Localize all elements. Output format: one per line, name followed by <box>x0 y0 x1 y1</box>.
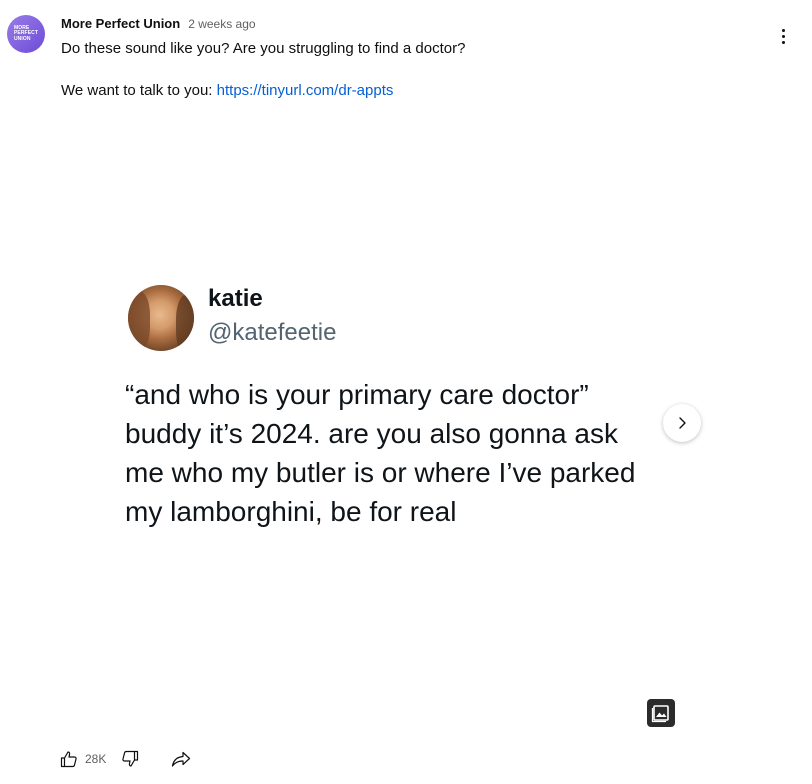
post-text-line: We want to talk to you: https://tinyurl.… <box>61 80 701 101</box>
more-actions-button[interactable] <box>772 24 794 48</box>
like-count: 28K <box>85 752 107 766</box>
more-vert-icon-dot <box>781 40 785 44</box>
channel-avatar[interactable]: MORE PERFECT UNION <box>7 15 45 53</box>
share-button[interactable] <box>170 749 192 769</box>
thumbs-down-icon <box>122 750 139 767</box>
post-image[interactable]: katie @katefeetie “and who is your prima… <box>61 113 701 733</box>
post-actions: 28K <box>59 748 192 770</box>
next-image-button[interactable] <box>663 404 701 442</box>
more-vert-icon <box>781 28 785 32</box>
tweet-body: “and who is your primary care doctor” bu… <box>125 379 636 527</box>
post-text-prefix: We want to talk to you: <box>61 82 217 99</box>
post-link[interactable]: https://tinyurl.com/dr-appts <box>217 82 394 99</box>
chevron-right-icon <box>679 417 686 429</box>
like-button[interactable]: 28K <box>59 749 106 769</box>
dislike-button[interactable] <box>120 749 140 769</box>
tweet-author-handle: @katefeetie <box>208 319 337 346</box>
channel-name[interactable]: More Perfect Union <box>61 16 180 31</box>
image-gallery-button[interactable] <box>647 699 675 727</box>
post-timestamp[interactable]: 2 weeks ago <box>188 17 255 31</box>
share-icon <box>172 751 191 767</box>
post-header: More Perfect Union 2 weeks ago <box>61 16 256 32</box>
post-text-line: Do these sound like you? Are you struggl… <box>61 40 466 57</box>
tweet-author-name: katie <box>208 285 263 312</box>
thumbs-up-icon <box>60 751 77 768</box>
avatar-logo-text: MORE PERFECT UNION <box>13 24 39 42</box>
tweet-avatar <box>128 285 194 351</box>
post-text: Do these sound like you? Are you struggl… <box>61 38 701 101</box>
more-vert-icon-dot <box>781 34 785 38</box>
image-gallery-icon <box>651 705 669 723</box>
